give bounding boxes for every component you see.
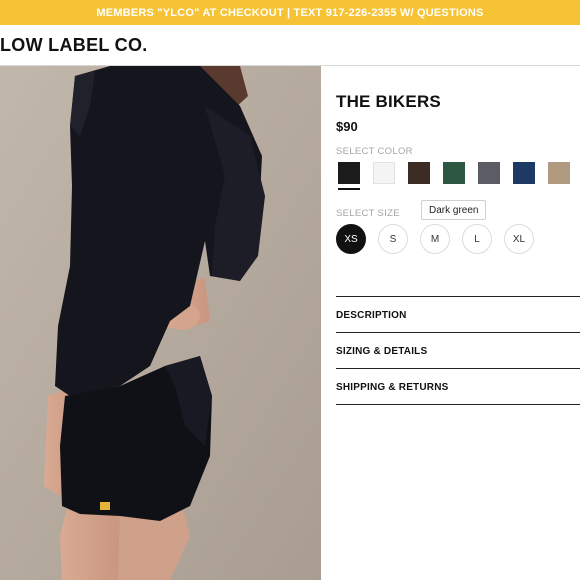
selected-color-indicator xyxy=(338,188,360,190)
size-label: XS xyxy=(344,233,358,245)
color-tooltip: Dark green xyxy=(421,200,487,220)
color-swatch-brown[interactable] xyxy=(408,162,430,184)
product-image[interactable] xyxy=(0,66,321,580)
color-swatch-dark-green[interactable] xyxy=(443,162,465,184)
brand-logo[interactable]: LOW LABEL CO. xyxy=(0,35,148,56)
size-label: S xyxy=(389,233,397,245)
accordion-divider xyxy=(336,404,580,405)
size-label: XL xyxy=(512,233,526,245)
color-tooltip-text: Dark green xyxy=(429,204,479,216)
product-price: $90 xyxy=(336,119,358,134)
accordion-description[interactable]: DESCRIPTION xyxy=(336,296,580,333)
size-option-l[interactable]: L xyxy=(462,224,492,254)
accordion-sizing-details[interactable]: SIZING & DETAILS xyxy=(336,332,580,369)
promo-banner: MEMBERS "YLCO" AT CHECKOUT | TEXT 917-22… xyxy=(0,0,580,25)
color-swatch-grey[interactable] xyxy=(478,162,500,184)
product-title: THE BIKERS xyxy=(336,92,441,111)
size-label: M xyxy=(430,233,440,245)
accordion-label: SHIPPING & RETURNS xyxy=(336,381,449,393)
size-option-xl[interactable]: XL xyxy=(504,224,534,254)
product-info-panel: THE BIKERS $90 SELECT COLOR Dark green S… xyxy=(336,66,580,580)
site-header: LOW LABEL CO. xyxy=(0,25,580,66)
select-color-label: SELECT COLOR xyxy=(336,146,413,157)
color-swatch-tan[interactable] xyxy=(548,162,570,184)
accordion-label: SIZING & DETAILS xyxy=(336,345,428,357)
accordion-label: DESCRIPTION xyxy=(336,309,407,321)
size-option-s[interactable]: S xyxy=(378,224,408,254)
accordion-shipping-returns[interactable]: SHIPPING & RETURNS xyxy=(336,368,580,405)
color-swatch-black[interactable] xyxy=(338,162,360,184)
size-option-xs[interactable]: XS xyxy=(336,224,366,254)
promo-text: MEMBERS "YLCO" AT CHECKOUT | TEXT 917-22… xyxy=(96,6,484,19)
size-option-m[interactable]: M xyxy=(420,224,450,254)
size-label: L xyxy=(474,233,480,245)
color-swatch-navy[interactable] xyxy=(513,162,535,184)
product-photo-illustration xyxy=(0,66,321,580)
color-swatch-white[interactable] xyxy=(373,162,395,184)
select-size-label: SELECT SIZE xyxy=(336,208,400,219)
